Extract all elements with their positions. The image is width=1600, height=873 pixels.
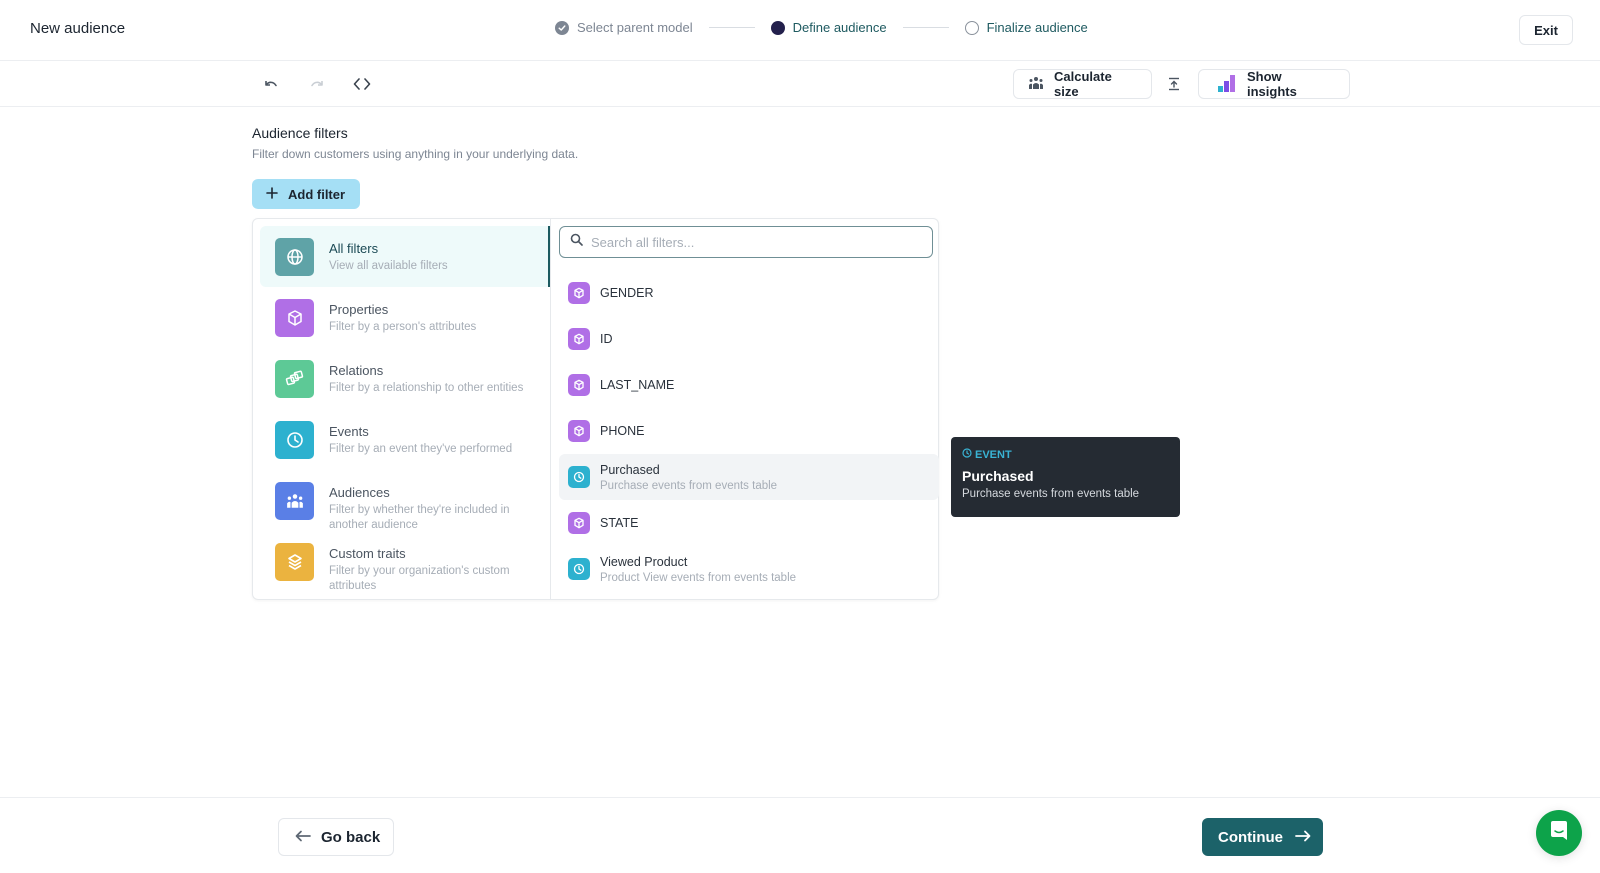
footer: Go back Continue xyxy=(0,797,1600,873)
collapse-up-icon[interactable] xyxy=(1163,73,1185,95)
category-desc: Filter by your organization's custom att… xyxy=(329,565,510,592)
go-back-label: Go back xyxy=(321,828,381,846)
category-desc: Filter by an event they've performed xyxy=(329,443,513,455)
bar-chart-icon xyxy=(1217,74,1237,95)
people-icon xyxy=(275,482,314,520)
layers-icon xyxy=(275,543,314,581)
filter-item-name: Purchased xyxy=(600,462,660,477)
filter-tooltip: EVENT Purchased Purchase events from eve… xyxy=(951,437,1180,517)
show-insights-button[interactable]: Show insights xyxy=(1198,69,1350,99)
stepper: Select parent model Define audience Fina… xyxy=(555,20,1088,35)
add-filter-label: Add filter xyxy=(288,186,346,202)
category-name: Audiences xyxy=(329,485,390,500)
category-events[interactable]: Events Filter by an event they've perfor… xyxy=(260,409,550,470)
search-icon xyxy=(570,233,583,251)
filter-item-name: GENDER xyxy=(600,286,654,300)
step-define-audience[interactable]: Define audience xyxy=(770,20,887,35)
category-name: All filters xyxy=(329,241,379,256)
cube-icon xyxy=(568,328,590,350)
continue-label: Continue xyxy=(1218,828,1283,846)
category-desc: Filter by a relationship to other entiti… xyxy=(329,382,524,394)
tooltip-desc: Purchase events from events table xyxy=(962,488,1140,500)
show-insights-label: Show insights xyxy=(1247,69,1297,99)
plus-icon xyxy=(266,186,278,202)
cube-icon xyxy=(568,512,590,534)
filter-item-name: STATE xyxy=(600,516,639,530)
category-all-filters[interactable]: All filters View all available filters xyxy=(260,226,550,287)
category-name: Custom traits xyxy=(329,546,406,561)
cube-icon xyxy=(568,282,590,304)
filter-item[interactable]: GENDER xyxy=(559,270,939,316)
category-desc: Filter by a person's attributes xyxy=(329,321,477,333)
step-finalize-audience[interactable]: Finalize audience xyxy=(964,20,1088,35)
section-subtitle: Filter down customers using anything in … xyxy=(252,147,579,161)
people-icon xyxy=(1028,76,1044,93)
category-name: Properties xyxy=(329,302,389,317)
filter-item-desc: Product View events from events table xyxy=(600,571,797,584)
filter-item[interactable]: LAST_NAME xyxy=(559,362,939,408)
filter-item-name: Viewed Product xyxy=(600,554,688,569)
continue-button[interactable]: Continue xyxy=(1202,818,1323,856)
redo-icon[interactable] xyxy=(306,73,328,95)
cube-icon xyxy=(568,374,590,396)
step-divider xyxy=(708,27,755,28)
tooltip-tag: EVENT xyxy=(975,448,1012,461)
current-step-icon xyxy=(770,20,785,35)
category-properties[interactable]: Properties Filter by a person's attribut… xyxy=(260,287,550,348)
calculate-size-label: Calculate size xyxy=(1054,69,1112,99)
filter-item-name: LAST_NAME xyxy=(600,378,675,392)
toolbar: Calculate size Show insights xyxy=(0,61,1600,107)
clock-icon xyxy=(568,558,590,580)
relations-icon xyxy=(275,360,314,398)
category-name: Events xyxy=(329,424,369,439)
category-relations[interactable]: Relations Filter by a relationship to ot… xyxy=(260,348,550,409)
category-custom-traits[interactable]: Custom traits Filter by your organizatio… xyxy=(260,531,550,592)
category-audiences[interactable]: Audiences Filter by whether they're incl… xyxy=(260,470,550,531)
step-label: Finalize audience xyxy=(986,20,1088,35)
chat-icon xyxy=(1548,820,1570,847)
go-back-button[interactable]: Go back xyxy=(278,818,394,856)
filter-item[interactable]: STATE xyxy=(559,500,939,546)
page-title: New audience xyxy=(30,20,126,37)
exit-button[interactable]: Exit xyxy=(1519,15,1573,45)
code-icon[interactable] xyxy=(351,73,373,95)
category-list: All filters View all available filters P… xyxy=(253,219,551,599)
filter-item[interactable]: Viewed Product Product View events from e… xyxy=(559,546,939,592)
step-label: Define audience xyxy=(792,20,887,35)
filter-items: GENDER ID LAST_NAME PHONE Purchased Purchase … xyxy=(559,270,939,592)
filter-item[interactable]: Purchased Purchase events from events tab… xyxy=(559,454,939,500)
filter-item-list: GENDER ID LAST_NAME PHONE Purchased Purchase … xyxy=(551,219,939,599)
chat-launcher-button[interactable] xyxy=(1536,810,1582,856)
tooltip-title: Purchased xyxy=(962,468,1034,484)
category-desc: View all available filters xyxy=(329,260,448,272)
filter-item[interactable]: PHONE xyxy=(559,408,939,454)
arrow-right-icon xyxy=(1295,829,1311,846)
filter-item-desc: Purchase events from events table xyxy=(600,479,778,492)
step-select-parent-model[interactable]: Select parent model xyxy=(555,20,693,35)
filter-picker: All filters View all available filters P… xyxy=(252,218,939,600)
step-divider xyxy=(902,27,949,28)
globe-icon xyxy=(275,238,314,276)
clock-icon xyxy=(962,448,972,461)
header: New audience Select parent model Define … xyxy=(0,0,1600,61)
cube-icon xyxy=(568,420,590,442)
undo-icon[interactable] xyxy=(260,73,282,95)
category-name: Relations xyxy=(329,363,384,378)
arrow-left-icon xyxy=(295,829,311,846)
calculate-size-button[interactable]: Calculate size xyxy=(1013,69,1152,99)
search-box[interactable] xyxy=(559,226,933,258)
category-desc: Filter by whether they're included in an… xyxy=(329,504,510,531)
empty-circle-icon xyxy=(964,20,979,35)
filter-item[interactable]: ID xyxy=(559,316,939,362)
clock-icon xyxy=(275,421,314,459)
clock-icon xyxy=(568,466,590,488)
filter-item-name: ID xyxy=(600,332,613,346)
step-label: Select parent model xyxy=(577,20,693,35)
section-title: Audience filters xyxy=(252,125,348,141)
cube-icon xyxy=(275,299,314,337)
check-icon xyxy=(555,20,569,35)
search-input[interactable] xyxy=(591,234,911,250)
add-filter-button[interactable]: Add filter xyxy=(252,179,360,209)
filter-item-name: PHONE xyxy=(600,424,645,438)
